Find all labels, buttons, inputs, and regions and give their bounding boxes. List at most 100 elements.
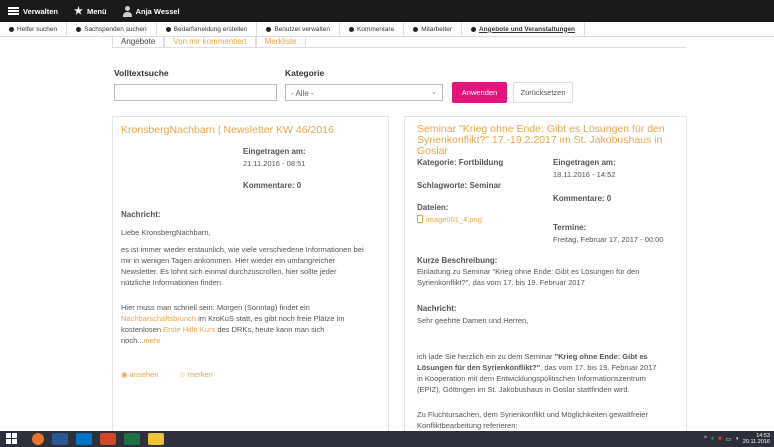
bullet-icon [470, 26, 476, 32]
view-button[interactable]: ◉ ansehen [121, 369, 158, 380]
nav-angebote-veranstaltungen[interactable]: Angebote und Veranstaltungen [462, 21, 585, 37]
file-name: image001_4.png [426, 215, 482, 224]
bullet-icon [76, 26, 82, 32]
text-line: Syrienkonflikt?", das vom 17. bis 19. Fe… [417, 278, 585, 287]
card-title-link[interactable]: Seminar "Krieg ohne Ende: Gibt es Lösung… [417, 124, 686, 157]
text-line: es ist immer wieder erstaunlich, wie vie… [121, 245, 364, 254]
nav-label: Bedarfsmeldung erstellen [173, 25, 248, 33]
dates-label: Termine: [553, 223, 587, 232]
nav-bedarfsmeldung-erstellen[interactable]: Bedarfsmeldung erstellen [157, 21, 258, 37]
remember-button[interactable]: ☆ merken [179, 369, 213, 380]
category-label: Kategorie [285, 68, 325, 78]
user-menu[interactable]: Anja Wessel [115, 0, 188, 22]
nav-kommentare[interactable]: Kommentare [340, 21, 405, 37]
dates-value: Freitag, Februar 17, 2017 - 00:00 [553, 235, 664, 244]
remember-label: merken [187, 370, 213, 379]
manage-menu[interactable]: Verwalten [0, 0, 66, 22]
user-icon [122, 5, 132, 17]
files-label: Dateien: [417, 203, 449, 212]
fulltext-input[interactable] [114, 84, 277, 101]
text-line: in Kooperation mit dem Entwicklungspolit… [417, 374, 646, 383]
chevron-up-icon[interactable]: ^ [704, 436, 707, 442]
text-bold: Lösungen für den Syrienkonflikt?" [417, 363, 541, 372]
nav-label: Sachspenden suchen [84, 25, 147, 33]
message-paragraph-2: Zu Fluchtursachen, dem Syrienkonflikt un… [417, 409, 686, 431]
bullet-icon [165, 26, 171, 32]
text-segment: ich lade Sie herzlich ein zu dem Seminar [417, 352, 555, 361]
file-explorer-icon[interactable] [148, 433, 164, 445]
message-greeting: Sehr geehrte Damen und Herren, [417, 316, 529, 325]
text-line: Lösungen für den Syrienkonflikt?", das v… [417, 362, 686, 373]
bullet-icon [349, 26, 354, 32]
clock[interactable]: 14:53 20.11.2016 [743, 433, 770, 445]
category-selected-value: - Alle - [291, 89, 314, 98]
system-tray: ^ ♦ ■ ▭ ◖ 14:53 20.11.2016 [704, 431, 770, 447]
text-line: Einladung zu Seminar "Krieg ohne Ende: G… [417, 267, 640, 276]
keywords-info: Schlagworte: Seminar [417, 181, 502, 190]
chevron-down-icon: ⌄ [431, 89, 437, 96]
short-description-label: Kurze Beschreibung: [417, 256, 498, 265]
message-paragraph-2: Hier muss man schnell sein: Morgen (Sonn… [121, 302, 388, 346]
comments-count: Kommentare: 0 [553, 194, 612, 203]
nav-label: Mitarbeiter [421, 25, 452, 33]
text-line: Konfliktbearbeitung referieren: [417, 421, 518, 430]
reset-button[interactable]: Zurücksetzen [513, 82, 573, 103]
word-icon[interactable] [52, 433, 68, 445]
entered-value: 21.11.2016 - 08:51 [243, 159, 306, 168]
volume-icon[interactable]: ◖ [735, 436, 739, 442]
text-bold: "Krieg ohne Ende: Gibt es [554, 352, 648, 361]
clock-date: 20.11.2016 [742, 439, 770, 445]
bullet-icon [266, 26, 272, 32]
tray-app-icon[interactable]: ♦ [711, 436, 714, 442]
text-line: noch...mehr [121, 335, 388, 346]
category-select[interactable]: - Alle - ⌄ [285, 84, 443, 101]
entered-value: 18.11.2016 - 14:52 [553, 170, 616, 179]
text-line: Nachbarschaftsbrunch im KroKuS statt, es… [121, 313, 388, 324]
file-link[interactable]: image001_4.png [417, 214, 482, 225]
apply-button[interactable]: Anwenden [452, 82, 507, 103]
text-segment: kostenlosen [121, 325, 164, 334]
card-title-link[interactable]: KronsbergNachbarn | Newsletter KW 46/201… [121, 125, 334, 136]
outlook-icon[interactable] [76, 433, 92, 445]
entered-label: Eingetragen am: [553, 158, 616, 167]
menu-label: Menü [87, 6, 107, 16]
hamburger-icon [8, 7, 19, 15]
text-line: nützliche Informationen finden. [121, 278, 224, 287]
message-greeting: Liebe KronsbergNachbarn, [121, 228, 211, 237]
message-label: Nachricht: [121, 210, 161, 219]
nav-helfer-suchen[interactable]: Helfer suchen [0, 21, 68, 37]
offer-card-seminar: Seminar "Krieg ohne Ende: Gibt es Lösung… [404, 116, 687, 433]
admin-toolbar: Verwalten ★ Menü Anja Wessel [0, 0, 774, 22]
text-line: kostenlosen Erste Hilfe Kurs des DRKs, h… [121, 324, 388, 335]
text-segment: im KroKuS statt, es gibt noch freie Plät… [196, 314, 345, 323]
text-segment: noch... [121, 336, 144, 345]
bullet-icon [413, 26, 419, 32]
offer-card-newsletter: KronsbergNachbarn | Newsletter KW 46/201… [112, 116, 389, 433]
nav-benutzer-verwalten[interactable]: Benutzer verwalten [257, 21, 340, 37]
manage-label: Verwalten [23, 6, 59, 16]
network-icon[interactable]: ▭ [726, 436, 732, 443]
nav-sachspenden-suchen[interactable]: Sachspenden suchen [67, 21, 157, 37]
menu-button[interactable]: ★ Menü [66, 0, 115, 22]
star-outline-icon: ☆ [179, 370, 186, 379]
view-label: ansehen [129, 370, 159, 379]
bullet-icon [9, 26, 14, 32]
comments-count: Kommentare: 0 [243, 181, 302, 190]
text-line: Newsletter. Es lohnt sich einmal durchzu… [121, 267, 337, 276]
windows-start-icon[interactable] [6, 433, 18, 445]
firefox-icon[interactable] [32, 433, 44, 445]
tab-divider [112, 47, 686, 48]
more-link[interactable]: mehr [144, 336, 161, 345]
first-aid-link[interactable]: Erste Hilfe Kurs [163, 325, 215, 334]
brunch-link[interactable]: Nachbarschaftsbrunch [121, 314, 196, 323]
nav-mitarbeiter[interactable]: Mitarbeiter [404, 21, 462, 37]
tray-alert-icon[interactable]: ■ [718, 436, 722, 442]
message-label: Nachricht: [417, 304, 457, 313]
file-icon [417, 215, 423, 223]
text-segment: , das vom 17. bis 19. Februar 2017 [540, 363, 657, 372]
excel-icon[interactable] [124, 433, 140, 445]
nav-label: Angebote und Veranstaltungen [478, 25, 575, 33]
windows-taskbar: ^ ♦ ■ ▭ ◖ 14:53 20.11.2016 [0, 431, 774, 447]
powerpoint-icon[interactable] [100, 433, 116, 445]
text-line: ich lade Sie herzlich ein zu dem Seminar… [417, 351, 686, 362]
